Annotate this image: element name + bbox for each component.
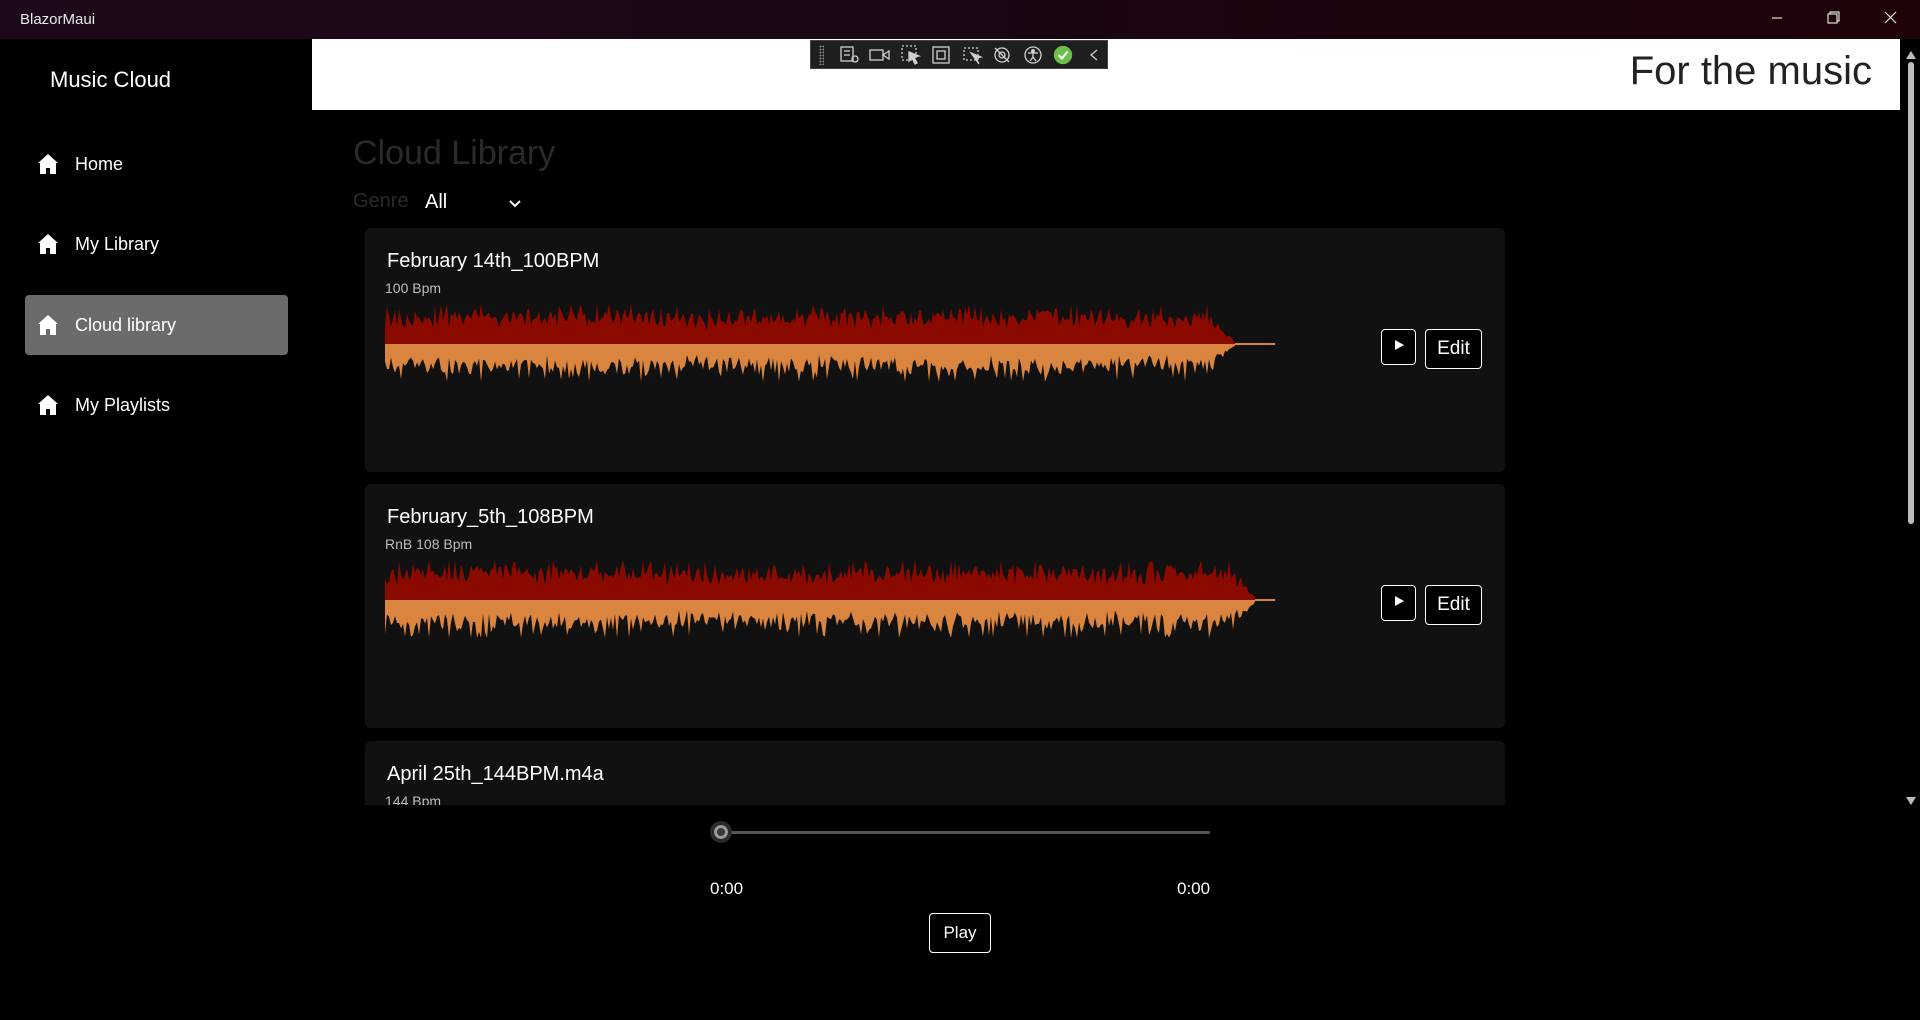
track-card: April 25th_144BPM.m4a 144 Bpm: [365, 741, 1505, 805]
genre-select[interactable]: All: [425, 188, 530, 216]
sidebar-item-my-playlists[interactable]: My Playlists: [25, 375, 288, 435]
check-icon[interactable]: [1050, 43, 1077, 67]
xaml-debug-toolbar: [810, 40, 1108, 69]
home-icon: [35, 231, 61, 257]
play-icon: [1393, 338, 1405, 356]
header-tagline: For the music: [1629, 49, 1872, 93]
minimize-icon: [1771, 11, 1783, 29]
elapsed-time: 0:00: [710, 879, 744, 898]
track-edit-button[interactable]: Edit: [1425, 585, 1482, 625]
sidebar-item-label: My Playlists: [75, 394, 171, 415]
live-visual-tree-icon[interactable]: [836, 43, 863, 67]
collapse-icon[interactable]: [1080, 43, 1107, 67]
total-duration: 0:00: [1177, 879, 1211, 898]
home-icon: [35, 392, 61, 418]
track-card: February_5th_108BPM RnB 108 Bpm Edit: [365, 484, 1505, 728]
page-title: Cloud Library: [353, 134, 556, 172]
track-name: February 14th_100BPM: [387, 250, 600, 272]
track-card: February 14th_100BPM 100 Bpm Edit: [365, 228, 1505, 472]
accessibility-icon[interactable]: [1019, 43, 1046, 67]
track-meta: RnB 108 Bpm: [385, 536, 473, 552]
brand-title[interactable]: Music Cloud: [50, 67, 171, 93]
sidebar-item-label: My Library: [75, 233, 160, 254]
scroll-down-icon[interactable]: [1906, 792, 1916, 805]
main-content: Cloud Library Genre All February 14th_10…: [312, 110, 1900, 805]
sidebar-item-my-library[interactable]: My Library: [25, 214, 288, 274]
display-layout-adorners-icon[interactable]: [928, 43, 955, 67]
track-edit-button[interactable]: Edit: [1425, 329, 1482, 369]
sidebar-item-label: Home: [75, 153, 124, 174]
genre-label: Genre: [353, 190, 409, 212]
toolbar-grip[interactable]: [819, 44, 825, 65]
play-icon: [1393, 594, 1405, 612]
window-titlebar: BlazorMaui: [0, 0, 1920, 39]
home-icon: [35, 312, 61, 338]
track-play-button[interactable]: [1381, 329, 1416, 365]
track-play-button[interactable]: [1381, 585, 1416, 621]
player-bar: 0:00 0:00 Play: [0, 805, 1920, 1020]
track-meta: 144 Bpm: [385, 793, 442, 805]
select-element-icon[interactable]: [897, 43, 924, 67]
genre-selected-value: All: [425, 190, 448, 213]
restore-icon: [1826, 10, 1840, 29]
sidebar-item-label: Cloud library: [75, 314, 177, 335]
minimize-button[interactable]: [1749, 0, 1805, 39]
track-waveform[interactable]: [385, 302, 1275, 386]
seek-track[interactable]: [720, 831, 1210, 834]
close-icon: [1884, 11, 1897, 29]
seek-slider-thumb[interactable]: [710, 821, 732, 843]
restore-button[interactable]: [1805, 0, 1861, 39]
hot-reload-icon[interactable]: [989, 43, 1016, 67]
player-play-button[interactable]: Play: [929, 913, 991, 953]
sidebar-item-cloud-library[interactable]: Cloud library: [25, 295, 288, 355]
home-icon: [35, 151, 61, 177]
track-name: April 25th_144BPM.m4a: [387, 763, 604, 785]
window-title: BlazorMaui: [20, 11, 96, 28]
track-waveform[interactable]: [385, 558, 1275, 642]
sidebar-item-home[interactable]: Home: [25, 134, 288, 194]
track-focus-icon[interactable]: [958, 43, 985, 67]
record-icon[interactable]: [867, 43, 894, 67]
track-name: February_5th_108BPM: [387, 506, 594, 528]
close-button[interactable]: [1862, 0, 1918, 39]
scroll-up-icon[interactable]: [1906, 46, 1916, 59]
vertical-scrollbar[interactable]: [1902, 40, 1920, 805]
scrollbar-thumb[interactable]: [1908, 62, 1914, 524]
chevron-down-icon: [508, 194, 522, 217]
track-meta: 100 Bpm: [385, 280, 442, 296]
